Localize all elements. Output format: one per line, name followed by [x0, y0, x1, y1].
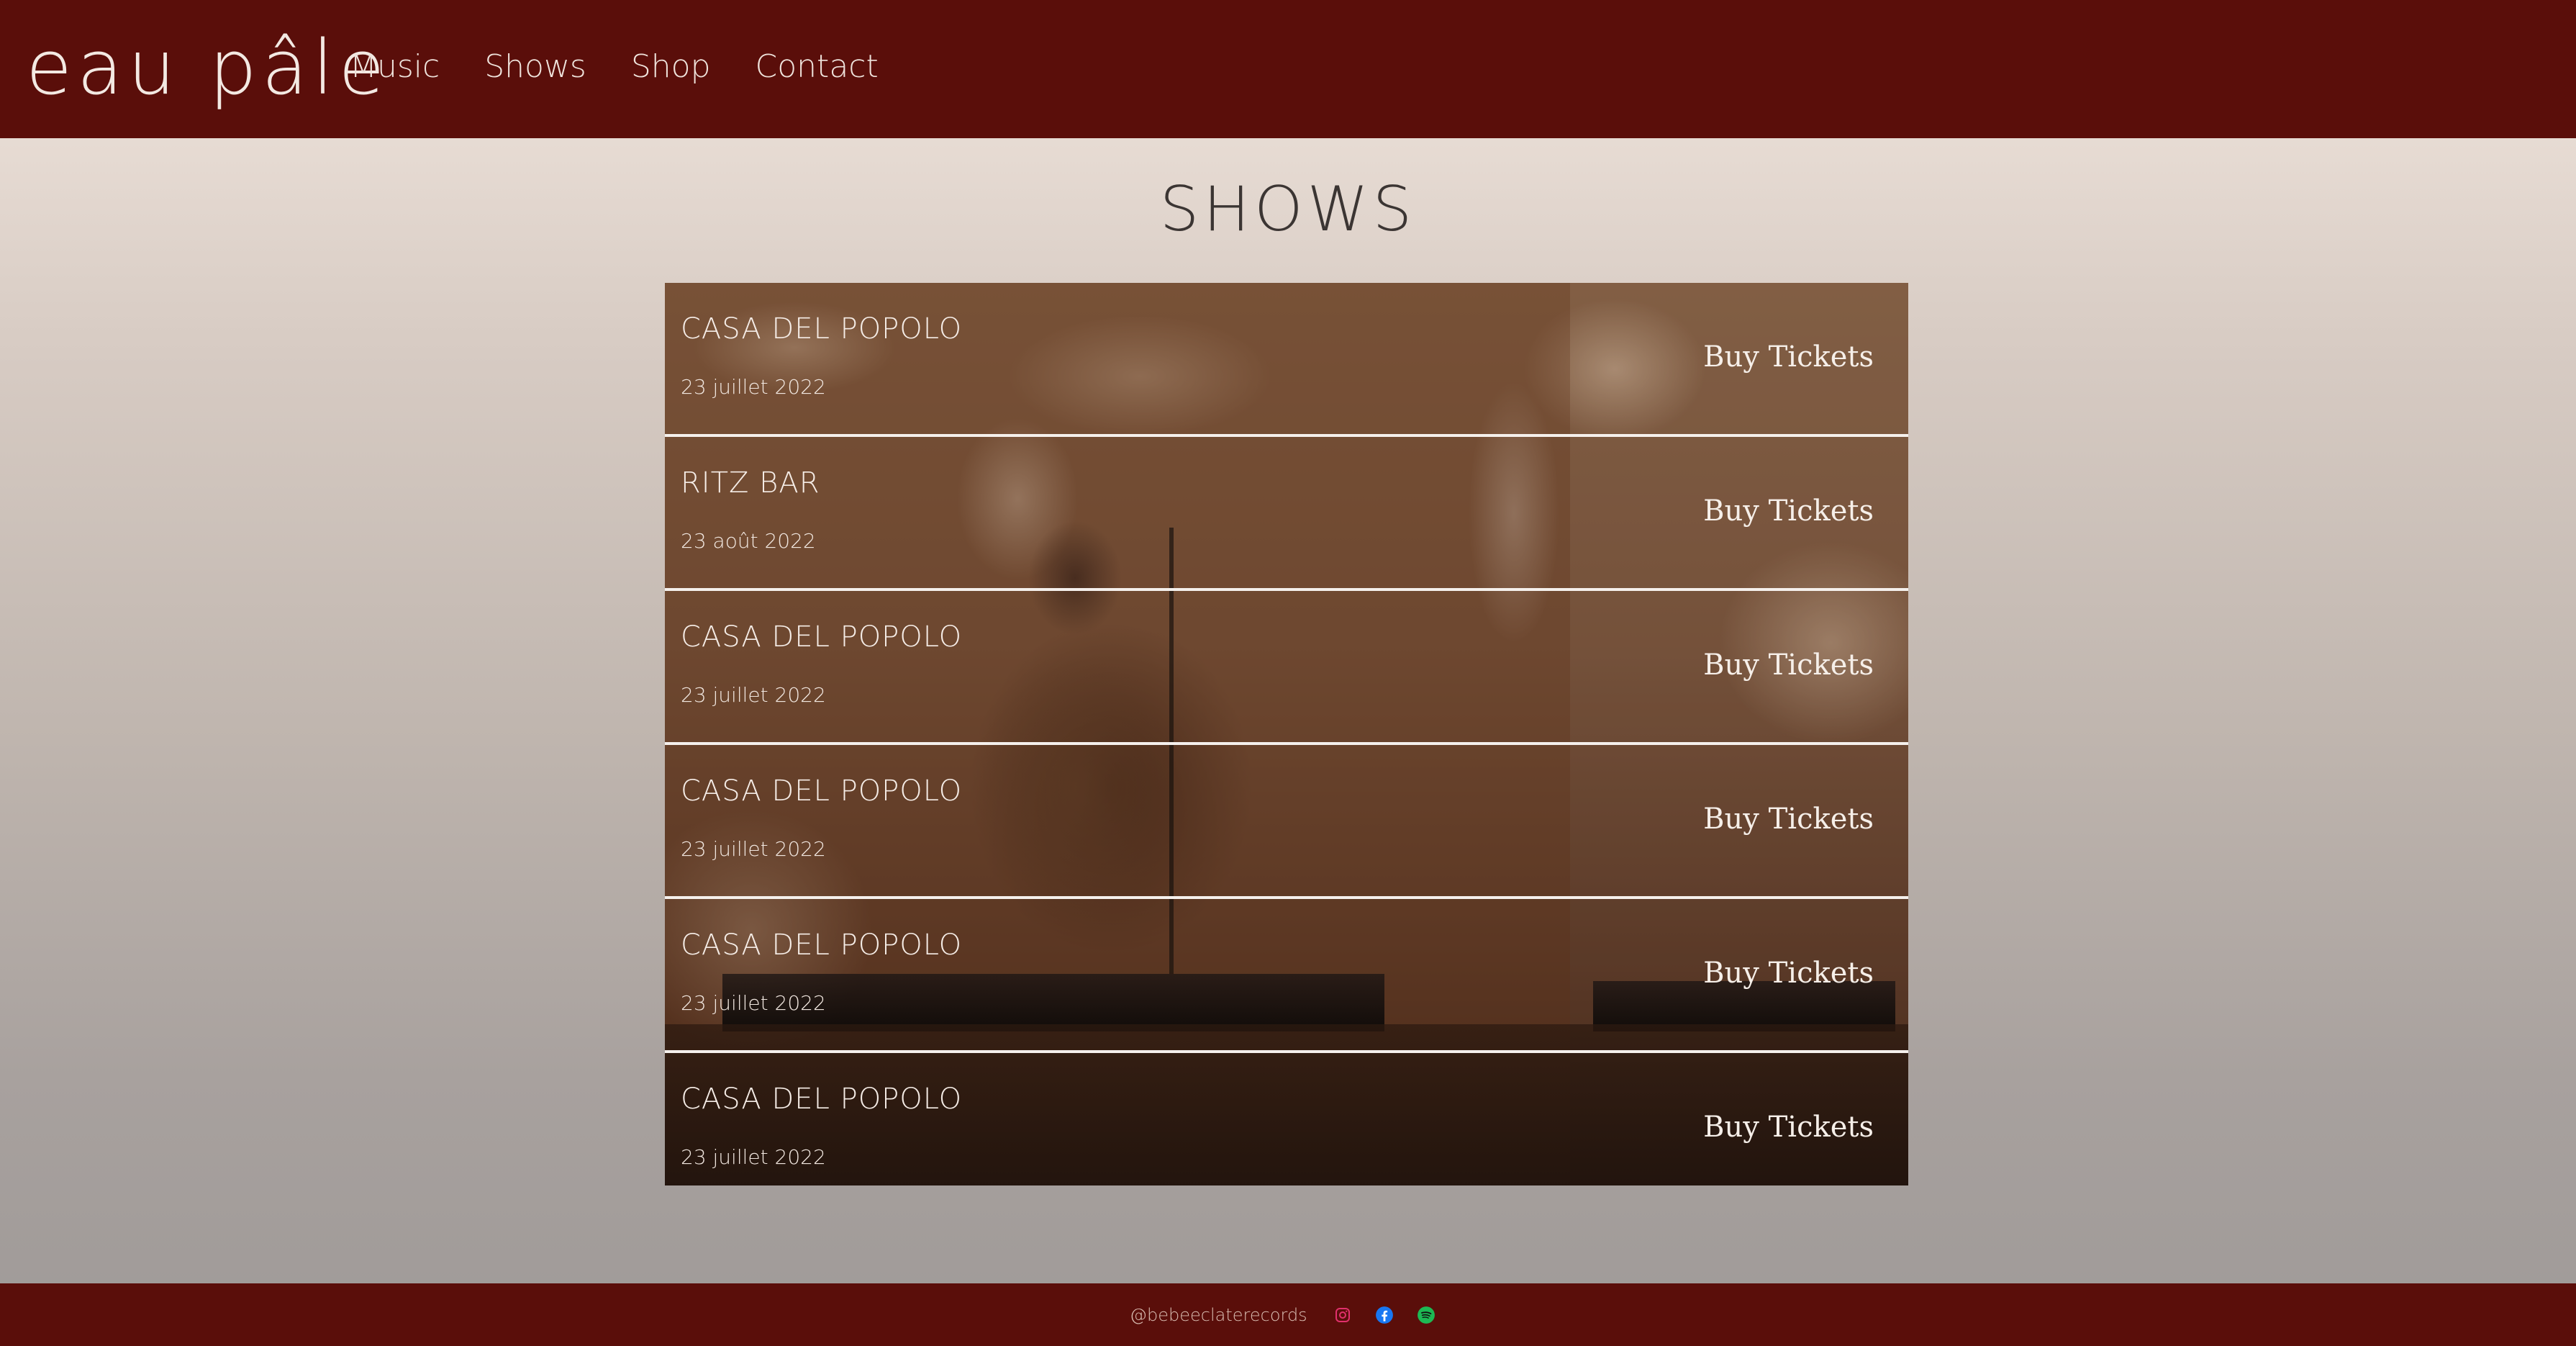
- show-row: CASA DEL POPOLO 23 juillet 2022 Buy Tick…: [665, 745, 1908, 896]
- show-venue: RITZ BAR: [681, 466, 820, 500]
- show-date: 23 juillet 2022: [681, 1145, 826, 1169]
- show-date: 23 juillet 2022: [681, 837, 826, 861]
- show-venue: CASA DEL POPOLO: [681, 312, 963, 345]
- page-title: SHOWS: [1159, 173, 1417, 245]
- footer-handle: @bebeeclaterecords: [1130, 1305, 1307, 1325]
- show-rows: CASA DEL POPOLO 23 juillet 2022 Buy Tick…: [665, 283, 1908, 1185]
- show-venue: CASA DEL POPOLO: [681, 774, 963, 808]
- nav-item-music[interactable]: Music: [350, 42, 440, 92]
- show-venue: CASA DEL POPOLO: [681, 1083, 963, 1116]
- nav-item-contact[interactable]: Contact: [756, 42, 879, 92]
- buy-tickets-button[interactable]: Buy Tickets: [1703, 493, 1874, 529]
- site-header: eau pâle Music Shows Shop Contact: [0, 0, 2576, 138]
- nav-item-shows[interactable]: Shows: [484, 42, 586, 92]
- show-date: 23 août 2022: [681, 529, 816, 553]
- show-venue: CASA DEL POPOLO: [681, 929, 963, 962]
- show-date: 23 juillet 2022: [681, 683, 826, 707]
- site-logo[interactable]: eau pâle: [26, 17, 389, 118]
- show-row: RITZ BAR 23 août 2022 Buy Tickets: [665, 437, 1908, 588]
- footer-content: @bebeeclaterecords: [1130, 1301, 1459, 1329]
- buy-tickets-button[interactable]: Buy Tickets: [1703, 955, 1874, 991]
- buy-tickets-button[interactable]: Buy Tickets: [1703, 339, 1874, 375]
- facebook-icon[interactable]: [1375, 1306, 1394, 1324]
- buy-tickets-button[interactable]: Buy Tickets: [1703, 801, 1874, 837]
- shows-list: CASA DEL POPOLO 23 juillet 2022 Buy Tick…: [665, 283, 1908, 1185]
- show-row: CASA DEL POPOLO 23 juillet 2022 Buy Tick…: [665, 283, 1908, 434]
- show-venue: CASA DEL POPOLO: [681, 620, 963, 654]
- buy-tickets-button[interactable]: Buy Tickets: [1703, 647, 1874, 683]
- show-date: 23 juillet 2022: [681, 375, 826, 399]
- instagram-icon[interactable]: [1333, 1306, 1352, 1324]
- show-date: 23 juillet 2022: [681, 991, 826, 1015]
- main-nav: Music Shows Shop Contact: [350, 42, 879, 92]
- site-footer: @bebeeclaterecords: [0, 1283, 2576, 1346]
- nav-item-shop[interactable]: Shop: [631, 42, 711, 92]
- show-row: CASA DEL POPOLO 23 juillet 2022 Buy Tick…: [665, 591, 1908, 742]
- show-row: CASA DEL POPOLO 23 juillet 2022 Buy Tick…: [665, 899, 1908, 1050]
- show-row: CASA DEL POPOLO 23 juillet 2022 Buy Tick…: [665, 1053, 1908, 1185]
- spotify-icon[interactable]: [1417, 1306, 1436, 1324]
- buy-tickets-button[interactable]: Buy Tickets: [1703, 1109, 1874, 1145]
